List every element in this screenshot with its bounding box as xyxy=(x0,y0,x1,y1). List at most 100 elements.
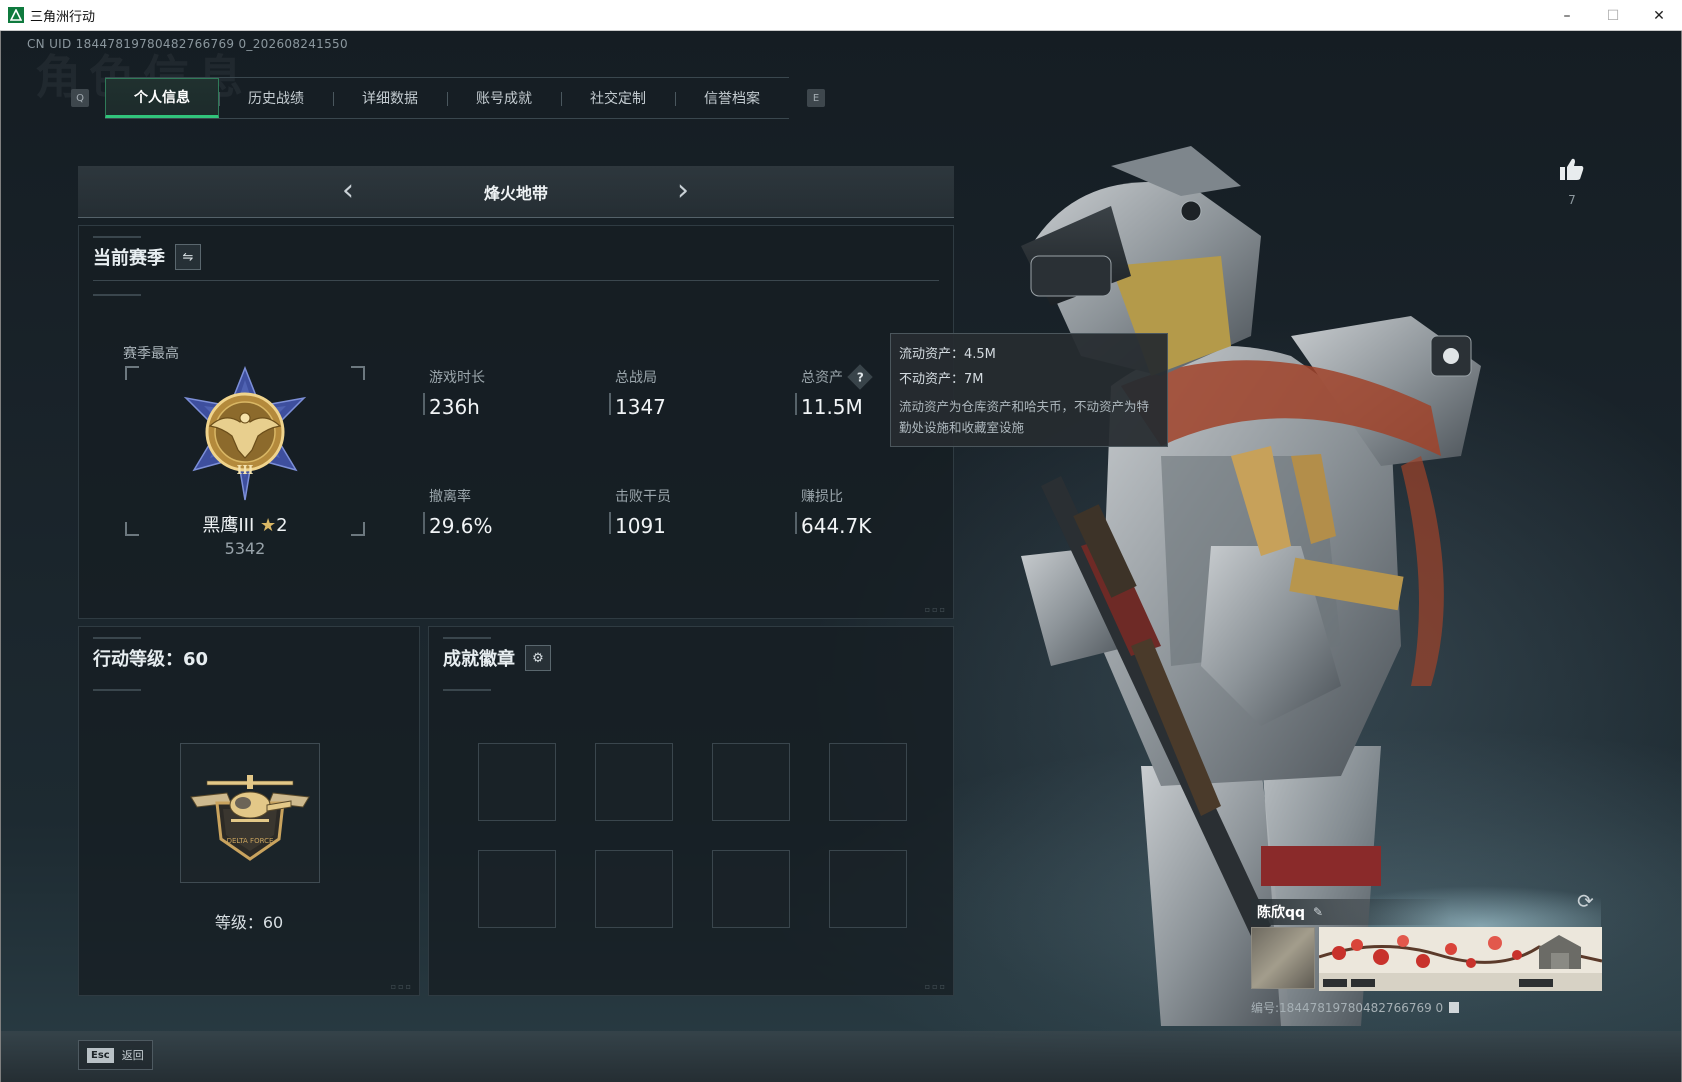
player-banner-row xyxy=(1251,927,1603,993)
badge-slot[interactable] xyxy=(478,743,556,821)
stat-label: 撤离率 xyxy=(429,489,471,505)
maximize-button[interactable]: ☐ xyxy=(1590,0,1636,31)
tab-personal-info[interactable]: 个人信息 xyxy=(105,78,219,118)
stat-total-matches: 总战局 1347 xyxy=(609,367,666,419)
stat-value: 644.7K xyxy=(801,514,872,538)
panel-decoration: ▫▫▫ xyxy=(390,982,413,991)
close-button[interactable]: ✕ xyxy=(1636,0,1682,31)
divider xyxy=(93,280,939,281)
achievement-badges-panel: 成就徽章 ⚙ ▫▫▫ xyxy=(428,626,954,996)
stat-value: 11.5M xyxy=(801,395,863,419)
badges-header: 成就徽章 ⚙ xyxy=(443,645,551,671)
tabs: 个人信息 历史战绩 详细数据 账号成就 社交定制 信誉档案 xyxy=(105,77,789,119)
panel-decoration xyxy=(443,689,491,691)
tooltip-note: 流动资产为仓库资产和哈夫币，不动资产为特勤处设施和收藏室设施 xyxy=(899,399,1150,435)
rank-score: 5342 xyxy=(224,539,266,558)
tab-social[interactable]: 社交定制 xyxy=(561,78,675,118)
badge-slot[interactable] xyxy=(712,850,790,928)
stat-total-assets: 总资产 ? 11.5M xyxy=(795,364,873,419)
avatar[interactable] xyxy=(1251,927,1315,989)
tab-bar: Q 个人信息 历史战绩 详细数据 账号成就 社交定制 信誉档案 E xyxy=(71,76,825,120)
player-id-row: 编号:18447819780482766769 0 xyxy=(1251,999,1603,1016)
rank-name-text: 黑鹰III xyxy=(202,515,255,536)
panel-decoration xyxy=(93,637,141,639)
like-area[interactable]: 7 xyxy=(1557,157,1587,207)
player-id: 编号:18447819780482766769 0 xyxy=(1251,1001,1444,1015)
panel-decoration: ▫▫▫ xyxy=(924,605,947,614)
panel-decoration xyxy=(93,294,141,296)
badges-settings-button[interactable]: ⚙ xyxy=(525,645,551,671)
panel-decoration: ▫▫▫ xyxy=(924,982,947,991)
player-card: 陈欣qq ✎ 编号:18447819780482766769 0 xyxy=(1251,899,1603,1016)
prev-tab-key-hint[interactable]: Q xyxy=(71,89,89,107)
stat-label: 击败干员 xyxy=(615,489,671,505)
tab-detailed-data[interactable]: 详细数据 xyxy=(333,78,447,118)
panel-decoration xyxy=(443,637,491,639)
back-label: 返回 xyxy=(121,1049,144,1062)
level-emblem: DELTA FORCE xyxy=(180,743,320,883)
next-tab-key-hint[interactable]: E xyxy=(807,89,825,107)
uid-line: CN UID 18447819780482766769 0_2026082415… xyxy=(27,37,348,51)
season-panel: 当前赛季 ⇋ 赛季最高 III 黑鹰III ★2 5342 游戏时长 236h … xyxy=(78,225,954,619)
badges-title: 成就徽章 xyxy=(443,649,515,670)
tab-reputation[interactable]: 信誉档案 xyxy=(675,78,789,118)
badge-slot[interactable] xyxy=(829,743,907,821)
badge-slot[interactable] xyxy=(478,850,556,928)
stat-label: 总资产 xyxy=(801,370,843,386)
tooltip-fixed-assets: 不动资产：7M xyxy=(899,372,984,387)
stat-operators-defeated: 击败干员 1091 xyxy=(609,486,671,538)
window-titlebar: 三角洲行动 – ☐ ✕ xyxy=(0,0,1682,31)
back-button[interactable]: Esc 返回 xyxy=(78,1040,153,1070)
stat-playtime: 游戏时长 236h xyxy=(423,367,485,419)
player-name: 陈欣qq xyxy=(1257,905,1306,921)
rank-emblem-icon: III xyxy=(183,366,307,501)
level-text: 等级：60 xyxy=(214,913,284,932)
mode-next-button[interactable]: › xyxy=(668,176,698,206)
helicopter-badge-icon: DELTA FORCE xyxy=(190,775,310,861)
season-switch-button[interactable]: ⇋ xyxy=(175,244,201,270)
help-icon[interactable]: ? xyxy=(847,364,873,390)
stat-extraction-rate: 撤离率 29.6% xyxy=(423,486,493,538)
svg-text:III: III xyxy=(237,463,254,477)
tooltip-liquid-assets: 流动资产：4.5M xyxy=(899,347,996,362)
game-viewport: 角色信息 CN UID 18447819780482766769 0_20260… xyxy=(1,31,1681,1082)
plum-blossom-banner[interactable] xyxy=(1319,927,1602,991)
edit-icon[interactable]: ✎ xyxy=(1313,905,1323,919)
stat-label: 总战局 xyxy=(615,370,657,386)
tab-achievements[interactable]: 账号成就 xyxy=(447,78,561,118)
rank-stars: 2 xyxy=(276,515,288,536)
assets-tooltip: 流动资产：4.5M 不动资产：7M 流动资产为仓库资产和哈夫币，不动资产为特勤处… xyxy=(890,333,1168,447)
badge-slot[interactable] xyxy=(595,850,673,928)
level-title: 行动等级：60 xyxy=(93,649,209,670)
tab-history[interactable]: 历史战绩 xyxy=(219,78,333,118)
mode-title: 烽火地带 xyxy=(483,184,548,203)
panel-decoration xyxy=(93,236,141,238)
badge-slot[interactable] xyxy=(829,850,907,928)
bottom-bar: Esc 返回 xyxy=(1,1031,1681,1082)
badge-slot[interactable] xyxy=(595,743,673,821)
stat-label: 赚损比 xyxy=(801,489,843,505)
stat-label: 游戏时长 xyxy=(429,370,485,386)
svg-text:DELTA FORCE: DELTA FORCE xyxy=(227,837,274,845)
thumbs-up-icon[interactable] xyxy=(1559,157,1585,181)
stat-profit-loss: 赚损比 644.7K xyxy=(795,486,871,538)
stat-value: 1091 xyxy=(615,514,666,538)
season-header: 当前赛季 ⇋ xyxy=(93,244,201,270)
like-count: 7 xyxy=(1568,193,1576,207)
minimize-button[interactable]: – xyxy=(1544,0,1590,31)
badge-slot[interactable] xyxy=(712,743,790,821)
mode-selector: ‹ 烽火地带 › xyxy=(78,166,954,218)
window-title: 三角洲行动 xyxy=(30,9,96,25)
panel-decoration xyxy=(93,689,141,691)
stat-value: 29.6% xyxy=(429,514,493,538)
esc-key-hint: Esc xyxy=(87,1047,114,1063)
rank-name: 黑鹰III ★2 xyxy=(125,511,365,537)
copy-icon[interactable] xyxy=(1449,1002,1460,1013)
player-name-row: 陈欣qq ✎ xyxy=(1251,899,1451,925)
season-best-label: 赛季最高 xyxy=(123,346,179,362)
app-logo-icon xyxy=(8,7,24,23)
star-icon: ★ xyxy=(260,515,277,536)
stat-value: 236h xyxy=(429,395,480,419)
season-title: 当前赛季 xyxy=(93,248,165,269)
level-panel: 行动等级：60 DELTA FORCE 等级：60 ▫▫▫ xyxy=(78,626,420,996)
